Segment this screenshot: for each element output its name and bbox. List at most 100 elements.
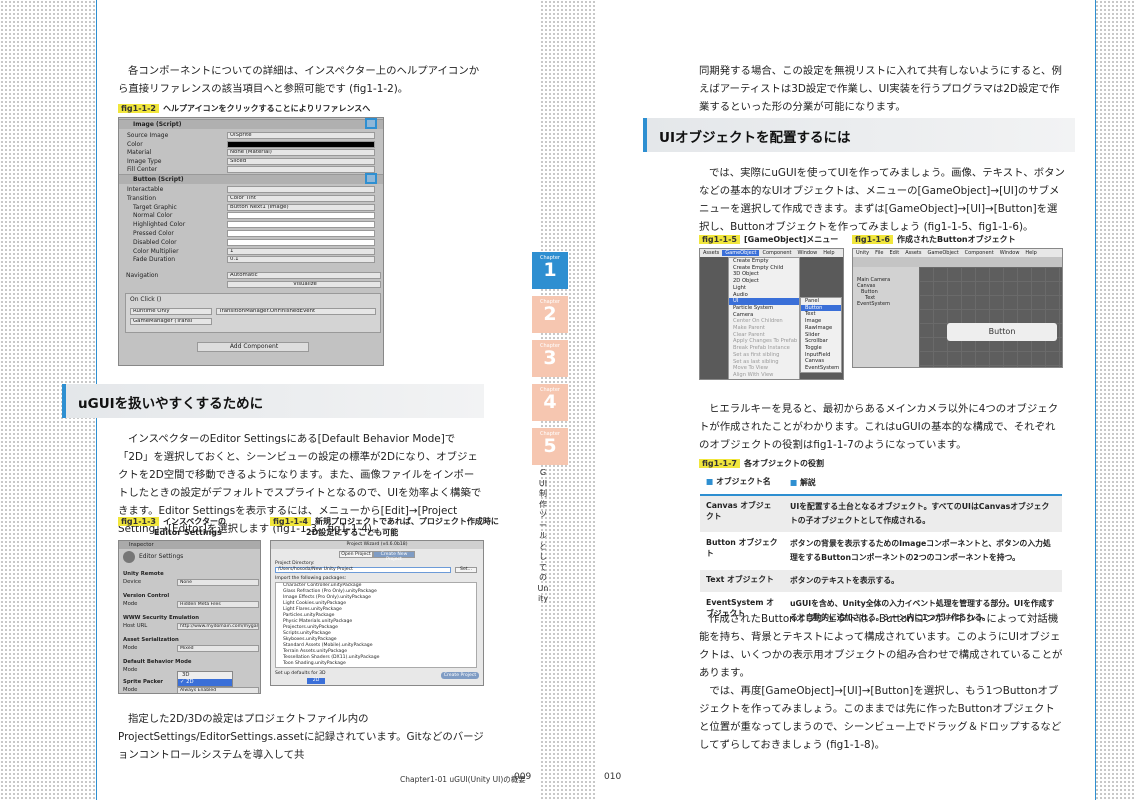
fig2-caption: fig1-1-2 ヘルプアイコンをクリックすることによりリファレンスへ	[118, 103, 370, 114]
dbm-option-2d[interactable]: ✓ 2D	[178, 679, 232, 686]
table-cell-desc: ボタンの背景を表示するためのImageコンポーネントと、ボタンの入力処理をするB…	[790, 539, 1051, 562]
help-icon-2[interactable]	[365, 173, 377, 184]
navigation-select[interactable]: Automatic	[227, 272, 381, 279]
setup-label: Set up defaults for 3D	[275, 671, 326, 676]
gameobject-menu-item[interactable]: Move To View	[729, 365, 799, 372]
ui-submenu-item[interactable]: Canvas	[801, 358, 841, 365]
button-row-field[interactable]	[227, 230, 375, 237]
gameobject-menu-item[interactable]: UI	[729, 298, 799, 305]
es-field[interactable]: Mixed	[177, 645, 259, 652]
es-field[interactable]: Always Enabled	[177, 687, 259, 693]
ui-submenu-item[interactable]: Button	[801, 304, 841, 312]
object-field[interactable]: GameManager (Transi	[130, 318, 212, 325]
es-field[interactable]: Hidden Meta Files	[177, 601, 259, 608]
button-row-field[interactable]	[227, 238, 375, 246]
fig3-caption: fig1-1-3 インスペクターの Editor Settings	[118, 516, 226, 538]
create-project-tab[interactable]: Create New Project	[373, 551, 415, 562]
button-row-field[interactable]: 1	[227, 247, 375, 255]
gameobject-menu: Create Empty Create Empty Child 3D Object 2…	[728, 257, 800, 379]
ui-submenu-item[interactable]: EventSystem	[801, 365, 841, 372]
function-select[interactable]: TransitionManager.OnFinishedEvent	[216, 308, 376, 315]
image-row-field[interactable]: None (Material)	[227, 149, 375, 156]
gameobject-menu-item[interactable]: Audio	[729, 292, 799, 299]
chapter-tab-4[interactable]: Chapter 4	[532, 384, 568, 421]
unity-menubar-item[interactable]: Component	[962, 250, 997, 256]
gameobject-menu-item[interactable]: Light	[729, 285, 799, 292]
gameobject-menu-item[interactable]: Set as first sibling	[729, 352, 799, 359]
gameobject-menu-item[interactable]: Make Parent	[729, 325, 799, 332]
import-label: Import the following packages:	[275, 576, 347, 581]
ui-submenu-item[interactable]: Panel	[801, 298, 841, 305]
button-row-label: Highlighted Color	[133, 221, 186, 229]
es-label: Unity Remote	[123, 571, 164, 577]
chapter-tab-3[interactable]: Chapter 3	[532, 340, 568, 377]
fig6-caption: fig1-1-6 作成されたButtonオブジェクト	[852, 234, 1016, 245]
image-row-field[interactable]: UISprite	[227, 132, 375, 139]
ui-submenu-item[interactable]: Toggle	[801, 345, 841, 352]
gameobject-menu-item[interactable]: Particle System	[729, 305, 799, 312]
chapter-tab-1[interactable]: Chapter 1	[532, 252, 568, 289]
add-component-button[interactable]: Add Component	[197, 342, 309, 352]
gameobject-menu-item[interactable]: Create Empty	[729, 258, 799, 265]
image-row-field[interactable]: Sliced	[227, 157, 375, 165]
unity-menubar-item[interactable]: Window	[997, 250, 1023, 256]
hierarchy-item[interactable]: EventSystem	[853, 301, 919, 307]
es-label: Default Behavior Mode	[123, 659, 192, 665]
ui-submenu: Panel Button Text Image RawImage Slider Scroll…	[800, 297, 842, 373]
open-project-tab[interactable]: Open Project	[339, 551, 373, 558]
ui-submenu-item[interactable]: Slider	[801, 332, 841, 339]
button-row-field[interactable]	[227, 186, 375, 193]
menubar-item[interactable]: GameObject	[722, 250, 760, 256]
button-row-field[interactable]	[227, 212, 375, 220]
unity-menubar-item[interactable]: Unity	[853, 250, 872, 256]
gameobject-menu-item[interactable]: Apply Changes To Prefab	[729, 338, 799, 345]
unity-menubar-item[interactable]: Edit	[887, 250, 903, 256]
chapter-tab-5[interactable]: Chapter 5	[532, 428, 568, 465]
es-field[interactable]: None	[177, 579, 259, 586]
runtime-select[interactable]: Runtime Only	[130, 308, 212, 315]
gameobject-menu-item[interactable]: Camera	[729, 312, 799, 319]
image-row-field[interactable]	[227, 140, 375, 148]
visualize-button[interactable]: Visualize	[227, 281, 381, 288]
button-row-field[interactable]: Button Next1 (Image)	[227, 203, 375, 211]
menubar-item[interactable]: Help	[820, 250, 837, 256]
dbm-option-3d[interactable]: 3D	[178, 672, 232, 679]
ui-submenu-item[interactable]: Image	[801, 318, 841, 325]
gameobject-menu-item[interactable]: Create Empty Child	[729, 265, 799, 272]
image-row-field[interactable]	[227, 166, 375, 173]
create-project-button[interactable]: Create Project	[441, 672, 479, 679]
behavior-dropdown[interactable]: 3D ✓ 2D	[177, 671, 233, 687]
button-row-field[interactable]: Color Tint	[227, 194, 375, 202]
gameobject-menu-item[interactable]: 3D Object	[729, 271, 799, 278]
gameobject-menu-item[interactable]: Center On Children	[729, 318, 799, 325]
ui-submenu-item[interactable]: RawImage	[801, 325, 841, 332]
gameobject-menu-item[interactable]: Clear Parent	[729, 332, 799, 339]
chapter-tab-number: 3	[543, 347, 557, 369]
button-row-field[interactable]	[227, 221, 375, 229]
menubar-item[interactable]: Component	[759, 250, 794, 256]
menubar-item[interactable]: Window	[794, 250, 820, 256]
ui-submenu-item[interactable]: Scrollbar	[801, 338, 841, 345]
unity-menubar-item[interactable]: File	[872, 250, 886, 256]
scene-button[interactable]: Button	[947, 323, 1057, 341]
unity-menubar-item[interactable]: Assets	[902, 250, 924, 256]
setup-2d-option[interactable]: 2D	[307, 678, 325, 684]
fig5-caption: fig1-1-5 [GameObject]メニュー	[699, 234, 838, 245]
es-field[interactable]: http://www.mydomain.com/mygam	[177, 623, 259, 630]
menubar-item[interactable]: Assets	[700, 250, 722, 256]
dir-input[interactable]: /Users/hosoda/New Unity Project	[275, 567, 451, 573]
unity-menubar-item[interactable]: GameObject	[924, 250, 961, 256]
package-item[interactable]: Toon Shading.unityPackage	[276, 661, 476, 667]
chapter-tab-2[interactable]: Chapter 2	[532, 296, 568, 333]
gameobject-menu-item[interactable]: Set as last sibling	[729, 359, 799, 366]
gameobject-menu-item[interactable]: 2D Object	[729, 278, 799, 285]
gameobject-menu-item[interactable]: Align With View	[729, 372, 799, 379]
help-icon[interactable]	[365, 118, 377, 129]
ui-submenu-item[interactable]: Text	[801, 311, 841, 318]
ui-submenu-item[interactable]: InputField	[801, 352, 841, 359]
unity-menubar-item[interactable]: Help	[1022, 250, 1039, 256]
set-button[interactable]: Set...	[455, 567, 477, 573]
gameobject-menu-item[interactable]: Break Prefab Instance	[729, 345, 799, 352]
button-row-field[interactable]: 0.1	[227, 256, 375, 264]
inspector-tab[interactable]: Inspector	[119, 541, 260, 549]
